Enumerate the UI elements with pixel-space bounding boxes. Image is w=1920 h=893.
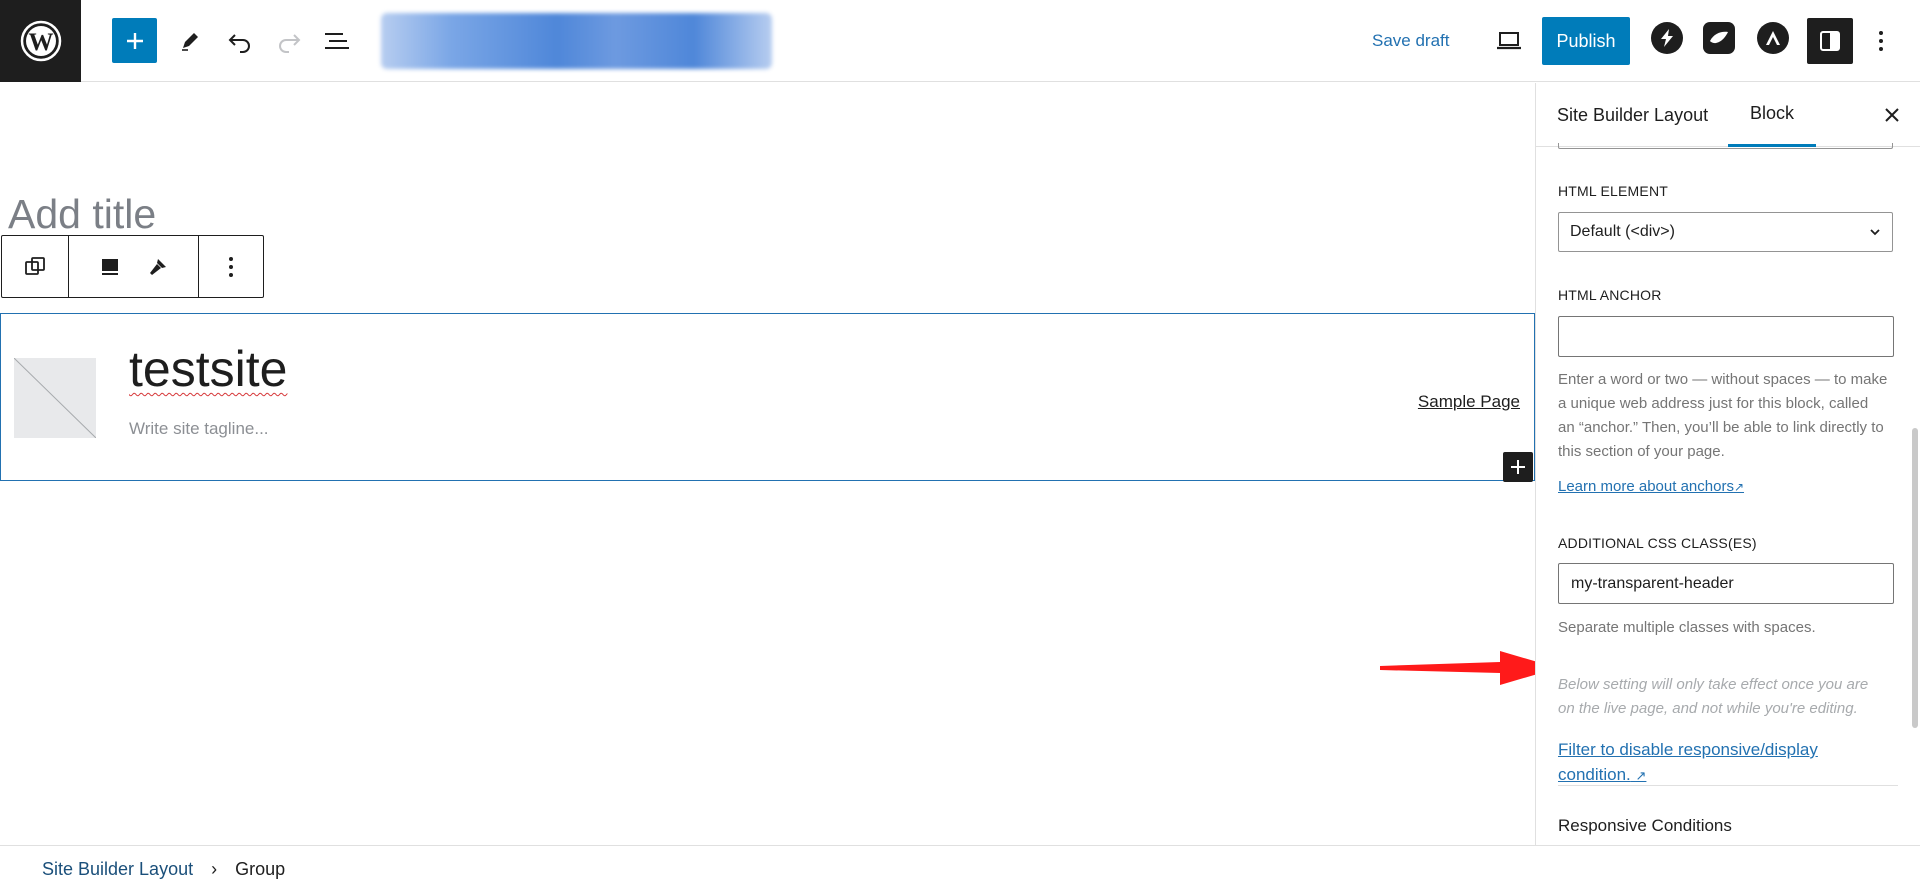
post-title-placeholder[interactable]: Add title [8, 191, 156, 238]
red-arrow-annotation-icon [1380, 651, 1558, 685]
block-toolbar-group-parent [2, 236, 69, 297]
block-toolbar-group-style [69, 236, 199, 297]
select-parent-block-button[interactable] [11, 243, 59, 291]
block-toolbar-group-more [199, 236, 263, 297]
lightning-bolt-icon [1661, 29, 1673, 47]
html-element-select[interactable]: Default (<div>) [1558, 212, 1893, 252]
pencil-icon [182, 33, 198, 51]
breadcrumb-group[interactable]: Group [235, 859, 285, 880]
settings-button[interactable] [1807, 18, 1853, 64]
list-view-icon [325, 33, 349, 49]
header-group-block[interactable]: testsite Write site tagline... Sample Pa… [0, 313, 1535, 481]
undo-icon [228, 34, 250, 53]
editor-top-bar: W Save draft Publish [0, 0, 1920, 82]
sidebar-toggle-icon [1820, 31, 1840, 51]
svg-text:W: W [28, 29, 53, 56]
nav-link-sample-page[interactable]: Sample Page [1418, 392, 1520, 412]
breadcrumb: Site Builder Layout › Group [0, 845, 1920, 893]
cover-layout-icon [101, 258, 118, 275]
block-inserter-button[interactable] [1503, 452, 1533, 482]
brush-icon [1710, 31, 1728, 44]
paintbrush-icon [149, 258, 166, 275]
block-options-button[interactable] [207, 243, 255, 291]
html-anchor-input[interactable] [1558, 316, 1894, 357]
block-styles-button[interactable] [134, 243, 182, 291]
group-block-icon [25, 256, 45, 275]
html-element-value: Default (<div>) [1570, 223, 1675, 240]
plus-icon [126, 32, 143, 49]
redo-icon [279, 34, 301, 53]
sidebar-tabs: Site Builder Layout Block [1536, 83, 1920, 147]
tab-site-builder-layout[interactable]: Site Builder Layout [1557, 83, 1708, 147]
block-layout-button[interactable] [86, 243, 134, 291]
preview-button[interactable] [1490, 22, 1528, 60]
css-classes-input[interactable] [1558, 563, 1894, 604]
site-tagline-placeholder[interactable]: Write site tagline... [129, 419, 269, 439]
document-overview-button[interactable] [318, 22, 356, 60]
add-block-button[interactable] [112, 18, 157, 63]
block-toolbar [1, 235, 264, 298]
clipped-field-above [1558, 143, 1893, 149]
tools-button[interactable] [171, 22, 209, 60]
html-anchor-label: HTML ANCHOR [1558, 287, 1662, 303]
html-element-label: HTML ELEMENT [1558, 183, 1669, 199]
spectra-plugin-button[interactable] [1651, 22, 1683, 54]
settings-sidebar: Site Builder Layout Block HTML ELEMENT D… [1535, 83, 1920, 845]
redo-button[interactable] [270, 22, 308, 60]
external-link-icon: ↗ [1635, 768, 1647, 783]
filter-responsive-link[interactable]: Filter to disable responsive/display con… [1558, 737, 1858, 788]
options-menu-button[interactable] [1866, 22, 1896, 60]
close-icon [1885, 108, 1899, 122]
filter-responsive-text: Filter to disable responsive/display con… [1558, 740, 1818, 784]
vertical-ellipsis-icon [1879, 31, 1883, 51]
close-sidebar-button[interactable] [1874, 97, 1910, 133]
tab-block[interactable]: Block [1728, 83, 1816, 147]
learn-more-anchors-link[interactable]: Learn more about anchors↗ [1558, 478, 1744, 495]
responsive-conditions-panel-toggle[interactable]: Responsive Conditions [1558, 816, 1732, 836]
site-title[interactable]: testsite [129, 340, 287, 398]
chevron-right-icon: › [211, 859, 218, 879]
vertical-ellipsis-icon [229, 256, 233, 277]
page-builder-plugin-button[interactable] [1703, 22, 1735, 54]
css-classes-label: ADDITIONAL CSS CLASS(ES) [1558, 535, 1757, 551]
learn-more-anchors-text: Learn more about anchors [1558, 478, 1734, 495]
html-anchor-help-text: Enter a word or two — without spaces — t… [1558, 371, 1888, 460]
responsive-note-text: Below setting will only take effect once… [1558, 676, 1869, 717]
undo-button[interactable] [221, 22, 259, 60]
site-logo-placeholder[interactable] [14, 358, 96, 438]
external-link-icon: ↗ [1733, 480, 1745, 494]
sidebar-divider [1558, 785, 1898, 786]
sidebar-scrollbar[interactable] [1912, 428, 1918, 728]
astra-plugin-button[interactable] [1757, 22, 1789, 54]
wordpress-logo-icon[interactable]: W [0, 0, 81, 82]
image-placeholder-icon [14, 358, 96, 438]
chevron-down-icon [1870, 229, 1880, 236]
plus-icon [1511, 460, 1525, 474]
laptop-icon [1497, 32, 1521, 50]
astra-logo-icon [1766, 31, 1780, 45]
breadcrumb-site-builder-layout[interactable]: Site Builder Layout [42, 859, 193, 880]
css-classes-help-text: Separate multiple classes with spaces. [1558, 619, 1816, 636]
publish-button[interactable]: Publish [1542, 17, 1630, 65]
document-title-bar[interactable] [381, 13, 772, 69]
editor-canvas: Add title testsite Write site tagline...… [0, 83, 1558, 845]
save-draft-button[interactable]: Save draft [1372, 28, 1450, 54]
